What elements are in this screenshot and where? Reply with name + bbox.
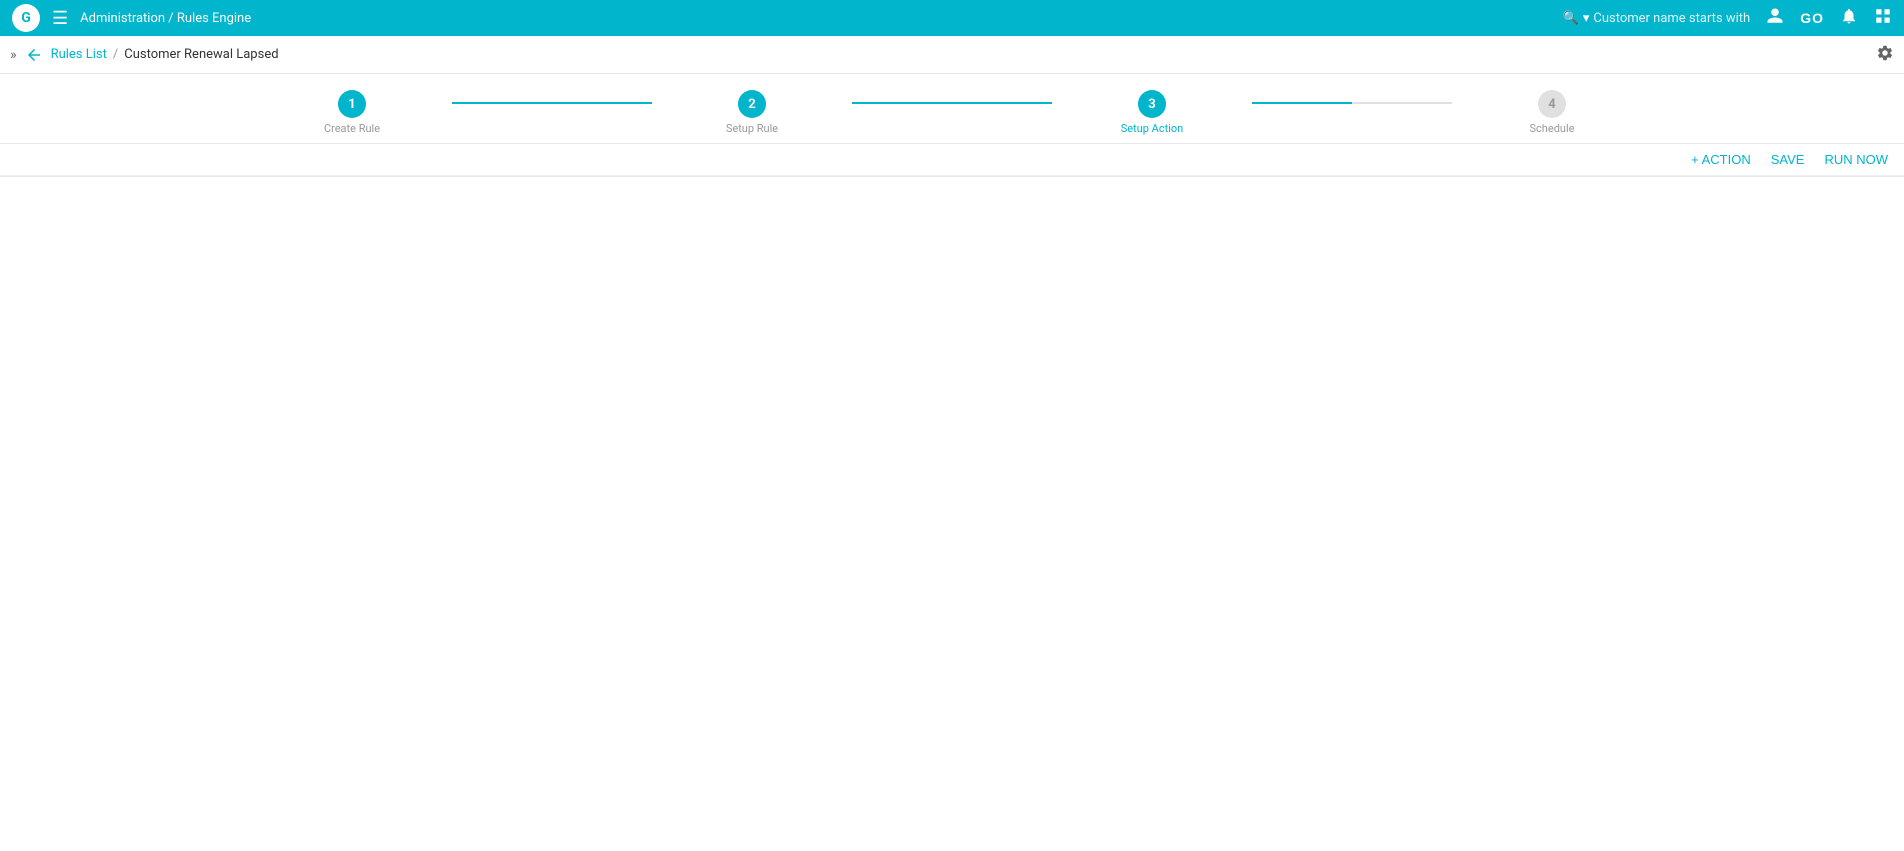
step-3-label: Setup Action (1121, 122, 1184, 135)
topbar: G ☰ Administration / Rules Engine 🔍 ▾ Cu… (0, 0, 1904, 36)
toolbar: + ACTION SAVE RUN NOW (0, 144, 1904, 176)
stepper-container: 1 Create Rule 2 Setup Rule 3 Setup Actio… (0, 74, 1904, 144)
app-title: Administration / Rules Engine (80, 11, 1551, 26)
search-icon: 🔍 (1563, 11, 1579, 26)
step-2[interactable]: 2 Setup Rule (652, 90, 852, 135)
step-2-label: Setup Rule (726, 122, 778, 135)
run-now-button[interactable]: RUN NOW (1824, 152, 1888, 167)
step-2-circle: 2 (738, 90, 766, 118)
menu-icon[interactable]: ☰ (52, 8, 68, 29)
step-line-3 (1252, 102, 1452, 104)
topbar-right: 🔍 ▾ Customer name starts with GO (1563, 7, 1892, 29)
user-icon[interactable] (1766, 7, 1784, 29)
search-text: Customer name starts with (1593, 11, 1750, 26)
step-line-1 (452, 102, 652, 104)
step-3-circle: 3 (1138, 90, 1166, 118)
step-4-label: Schedule (1530, 122, 1575, 135)
breadcrumb-bar: » Rules List / Customer Renewal Lapsed (0, 36, 1904, 74)
stepper: 1 Create Rule 2 Setup Rule 3 Setup Actio… (252, 90, 1652, 135)
bell-icon[interactable] (1840, 7, 1858, 29)
step-line-2 (852, 102, 1052, 104)
step-4-circle: 4 (1538, 90, 1566, 118)
settings-icon[interactable] (1876, 44, 1894, 66)
step-1-label: Create Rule (324, 122, 380, 135)
search-bar[interactable]: 🔍 ▾ Customer name starts with (1563, 11, 1751, 26)
back-button[interactable] (25, 46, 43, 64)
breadcrumb-separator: / (113, 47, 118, 62)
sidebar-expand-icon[interactable]: » (10, 47, 17, 63)
step-1-circle: 1 (338, 90, 366, 118)
step-3[interactable]: 3 Setup Action (1052, 90, 1252, 135)
go-button[interactable]: GO (1800, 10, 1824, 26)
grid-icon[interactable] (1874, 7, 1892, 29)
save-button[interactable]: SAVE (1771, 152, 1805, 167)
breadcrumb-rules-list[interactable]: Rules List (51, 47, 107, 62)
step-4[interactable]: 4 Schedule (1452, 90, 1652, 135)
app-logo[interactable]: G (12, 4, 40, 32)
main-content-area (0, 177, 1904, 777)
add-action-button[interactable]: + ACTION (1691, 152, 1751, 167)
step-1[interactable]: 1 Create Rule (252, 90, 452, 135)
breadcrumb: Rules List / Customer Renewal Lapsed (51, 47, 279, 62)
search-caret-icon: ▾ (1583, 11, 1590, 26)
breadcrumb-current-page: Customer Renewal Lapsed (124, 47, 278, 62)
